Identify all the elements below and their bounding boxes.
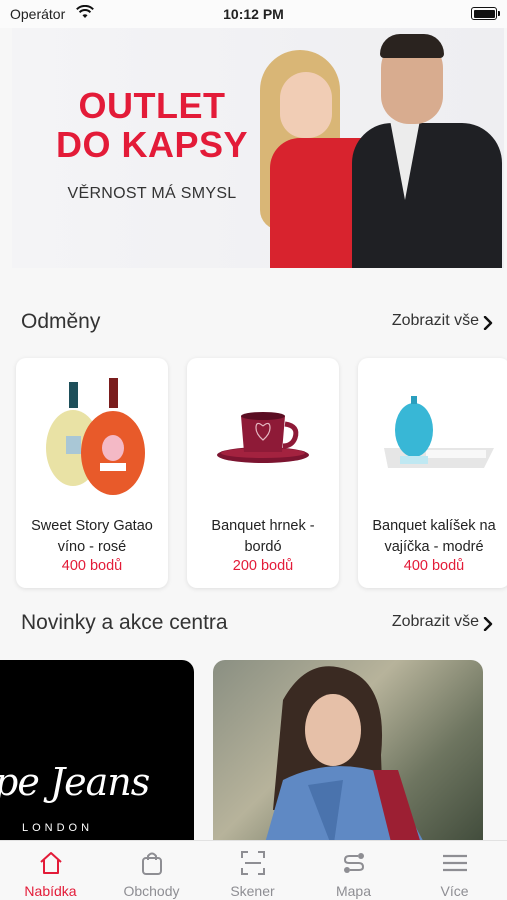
banner-man-hair (380, 34, 444, 58)
reward-name-line2: bordó (244, 539, 282, 555)
chevron-right-icon[interactable] (483, 617, 493, 631)
reward-name-line1: Banquet kalíšek na (372, 518, 496, 534)
pepe-jeans-sub: LONDON (22, 822, 94, 834)
rewards-see-all-link[interactable]: Zobrazit vše (392, 312, 479, 330)
reward-points: 400 bodů (61, 558, 123, 574)
banner-title-line1: OUTLET (78, 85, 226, 126)
news-header: Novinky a akce centra Zobrazit vše (0, 603, 507, 643)
chevron-right-icon[interactable] (483, 316, 493, 330)
reward-card[interactable]: Banquet hrnek - bordó 200 bodů (187, 358, 339, 588)
banner-title: OUTLET DO KAPSY (32, 86, 272, 164)
rewards-carousel[interactable]: Sweet Story Gatao víno - rosé 400 bodů B… (0, 358, 507, 588)
home-icon (40, 852, 62, 874)
battery-icon (471, 7, 500, 20)
reward-name-line1: Banquet hrnek - (211, 518, 315, 534)
tab-label: Nabídka (24, 883, 77, 899)
news-tile-photo[interactable] (213, 660, 483, 840)
reward-name-line2: víno - rosé (57, 539, 127, 555)
shopping-bag-icon (142, 852, 162, 875)
egg-cup-image (384, 396, 494, 468)
tab-label: Více (440, 883, 469, 899)
news-title: Novinky a akce centra (21, 611, 228, 634)
reward-name-line1: Sweet Story Gatao (31, 518, 153, 534)
wine-bottles-image (46, 378, 145, 495)
banner-man-body (352, 123, 502, 268)
news-see-all-link[interactable]: Zobrazit vše (392, 613, 479, 631)
scanner-icon (241, 851, 265, 875)
reward-points: 400 bodů (403, 558, 465, 574)
woman-in-jacket-image (265, 666, 423, 840)
tab-shops[interactable]: Obchody (101, 841, 202, 900)
tab-map[interactable]: Mapa (303, 841, 404, 900)
promo-banner[interactable]: OUTLET DO KAPSY VĚRNOST MÁ SMYSL (12, 28, 504, 268)
clock: 10:12 PM (223, 6, 284, 22)
reward-name-line2: vajíčka - modré (384, 539, 484, 555)
route-icon (343, 853, 365, 873)
reward-card[interactable]: Sweet Story Gatao víno - rosé 400 bodů (16, 358, 168, 588)
rewards-title: Odměny (21, 310, 101, 333)
reward-name: Sweet Story Gatao víno - rosé (20, 516, 164, 558)
reward-name: Banquet hrnek - bordó (191, 516, 335, 558)
reward-card[interactable]: Banquet kalíšek na vajíčka - modré 400 b… (358, 358, 507, 588)
tab-scanner[interactable]: Skener (202, 841, 303, 900)
tab-offers[interactable]: Nabídka (0, 841, 101, 900)
banner-subtitle: VĚRNOST MÁ SMYSL (67, 185, 237, 202)
tab-bar: Nabídka Obchody Skener Mapa Více (0, 840, 507, 900)
news-carousel[interactable]: pe Jeans LONDON (0, 660, 507, 840)
tab-label: Obchody (123, 883, 180, 899)
reward-points: 200 bodů (232, 558, 294, 574)
pepe-jeans-logo: pe Jeans (0, 760, 150, 804)
reward-name: Banquet kalíšek na vajíčka - modré (362, 516, 506, 558)
tab-label: Mapa (335, 883, 372, 899)
banner-title-line2: DO KAPSY (55, 124, 249, 165)
menu-icon (443, 854, 467, 872)
status-bar: Operátor 10:12 PM (0, 0, 507, 28)
tab-more[interactable]: Více (404, 841, 505, 900)
mug-image (217, 412, 309, 463)
news-tile-pepe-jeans[interactable]: pe Jeans LONDON (0, 660, 194, 840)
rewards-header: Odměny Zobrazit vše (0, 302, 507, 342)
tab-label: Skener (230, 883, 275, 899)
banner-woman-face (280, 72, 332, 138)
